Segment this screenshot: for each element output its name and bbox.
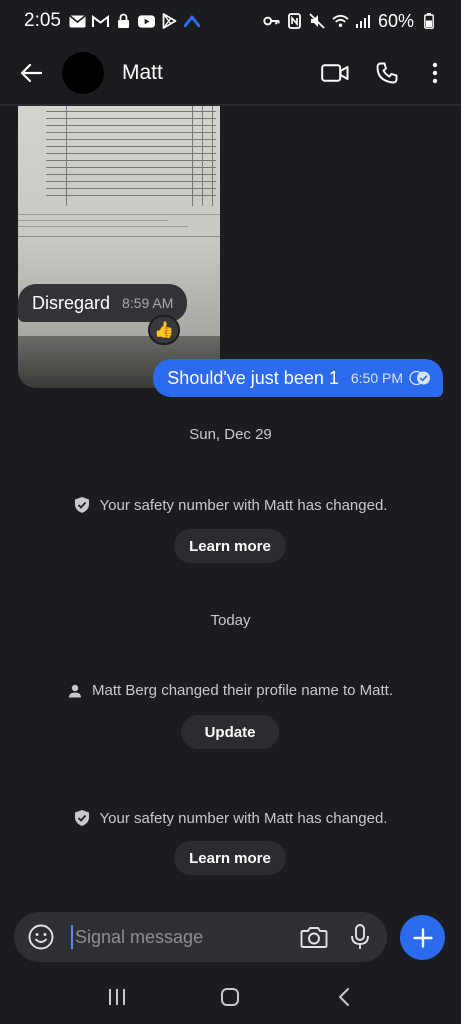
message-input[interactable]: Signal message xyxy=(71,925,271,949)
update-button[interactable]: Update xyxy=(181,715,279,749)
outgoing-message[interactable]: Should've just been 1 6:50 PM xyxy=(153,359,443,397)
message-text: Should've just been 1 xyxy=(167,367,339,388)
message-time: 6:50 PM xyxy=(350,370,403,386)
reaction-badge[interactable]: 👍 xyxy=(148,315,180,345)
app-icon xyxy=(184,13,201,30)
profile-change-text: Matt Berg changed their profile name to … xyxy=(92,682,393,699)
gmail-icon xyxy=(91,13,109,30)
vpn-key-icon xyxy=(263,13,280,30)
microphone-icon xyxy=(351,924,369,949)
signal-icon xyxy=(355,13,372,30)
video-call-icon xyxy=(321,64,349,82)
emoji-icon xyxy=(28,924,54,950)
conversation-header: Matt xyxy=(0,42,461,104)
video-call-button[interactable] xyxy=(317,55,353,91)
status-bar: 2:05 60% xyxy=(0,0,461,42)
add-attachment-button[interactable] xyxy=(400,915,445,960)
status-time: 2:05 xyxy=(24,10,61,31)
more-options-icon xyxy=(432,62,438,84)
date-separator: Sun, Dec 29 xyxy=(189,426,272,443)
back-nav-button[interactable] xyxy=(324,977,364,1017)
battery-icon xyxy=(420,13,437,30)
more-options-button[interactable] xyxy=(417,55,453,91)
camera-button[interactable] xyxy=(299,922,329,952)
person-icon xyxy=(68,684,82,698)
profile-name-update: Matt Berg changed their profile name to … xyxy=(0,682,461,699)
chevron-left-icon xyxy=(339,988,350,1006)
voice-call-button[interactable] xyxy=(369,55,405,91)
shield-check-icon xyxy=(74,809,90,827)
wifi-icon xyxy=(332,13,349,30)
nfc-icon xyxy=(286,13,303,30)
shield-check-icon xyxy=(74,496,90,514)
microphone-button[interactable] xyxy=(347,922,373,952)
back-arrow-icon xyxy=(20,63,42,83)
battery-percent: 60% xyxy=(377,10,414,31)
message-text: Disregard xyxy=(32,292,111,313)
phone-icon xyxy=(376,62,398,84)
contact-name[interactable]: Matt xyxy=(122,61,163,85)
youtube-icon xyxy=(137,13,155,30)
learn-more-button[interactable]: Learn more xyxy=(174,529,286,563)
message-list[interactable]: Disregard 8:59 AM 👍 Should've just been … xyxy=(0,106,461,906)
safety-number-text: Your safety number with Matt has changed… xyxy=(99,809,388,827)
mail-icon xyxy=(69,13,86,30)
safety-number-text: Your safety number with Matt has changed… xyxy=(99,496,388,514)
safety-number-update: Your safety number with Matt has changed… xyxy=(0,496,461,514)
emoji-button[interactable] xyxy=(27,923,55,951)
lock-icon xyxy=(115,13,132,30)
safety-number-update: Your safety number with Matt has changed… xyxy=(0,809,461,827)
home-icon xyxy=(221,988,240,1006)
learn-more-button[interactable]: Learn more xyxy=(174,841,286,875)
recent-apps-button[interactable] xyxy=(97,977,137,1017)
message-time: 8:59 AM xyxy=(122,295,174,311)
play-store-icon xyxy=(161,13,178,30)
plus-icon xyxy=(412,927,433,948)
back-button[interactable] xyxy=(16,58,46,88)
date-separator: Today xyxy=(210,612,251,629)
camera-icon xyxy=(300,927,328,948)
image-attachment[interactable] xyxy=(18,106,220,388)
thumbs-up-icon: 👍 xyxy=(154,322,174,339)
avatar[interactable] xyxy=(62,52,104,94)
mute-icon xyxy=(309,13,326,30)
system-navigation-bar xyxy=(0,970,461,1024)
recent-apps-icon xyxy=(108,989,125,1005)
read-receipt-icon xyxy=(409,370,431,386)
home-button[interactable] xyxy=(210,977,250,1017)
message-composer: Signal message xyxy=(14,912,387,962)
